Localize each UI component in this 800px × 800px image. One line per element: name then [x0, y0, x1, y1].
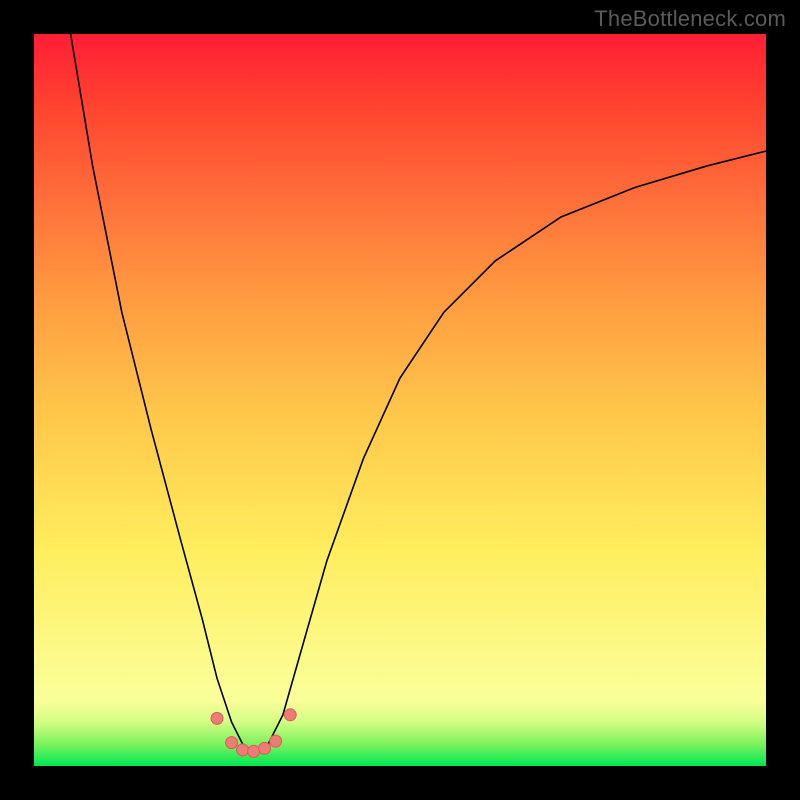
marker-point	[211, 712, 223, 724]
marker-point	[270, 735, 282, 747]
marker-point	[248, 745, 260, 757]
marker-point	[226, 737, 238, 749]
bottleneck-curve	[71, 34, 766, 751]
curve-svg	[34, 34, 766, 766]
marker-point	[284, 709, 296, 721]
marker-point	[237, 744, 249, 756]
marker-point	[259, 742, 271, 754]
watermark-text: TheBottleneck.com	[594, 6, 786, 32]
plot-area	[34, 34, 766, 766]
marker-group	[211, 709, 296, 758]
chart-frame: TheBottleneck.com	[0, 0, 800, 800]
